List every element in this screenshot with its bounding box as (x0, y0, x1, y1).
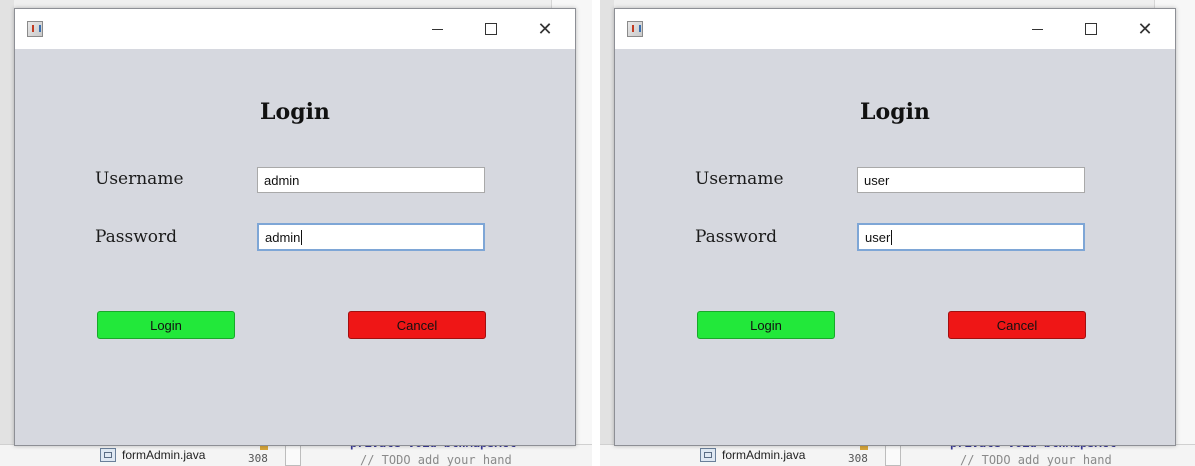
ide-left-edge (600, 0, 614, 466)
close-icon: ✕ (537, 19, 553, 39)
close-button[interactable]: ✕ (1125, 17, 1165, 41)
window-titlebar[interactable]: ✕ (615, 9, 1175, 49)
password-label: Password (695, 227, 778, 247)
password-field[interactable]: user (857, 223, 1085, 251)
java-file-icon (100, 448, 116, 462)
username-field[interactable]: user (857, 167, 1085, 193)
screenshot-admin-login: an < e( na en et al vM e) ce formAdmin.j… (0, 0, 592, 466)
cancel-button[interactable]: Cancel (348, 311, 486, 339)
line-number: 308 (248, 452, 268, 465)
screenshot-user-login: an < e( na en et al vM e) ce formAdmin.j… (600, 0, 1195, 466)
maximize-icon (1085, 23, 1097, 35)
maximize-button[interactable] (471, 17, 511, 41)
password-field[interactable]: admin (257, 223, 485, 251)
minimize-icon (431, 28, 443, 30)
code-comment: // TODO add your hand (360, 453, 512, 466)
login-heading: Login (860, 99, 930, 125)
password-value: user (865, 229, 891, 245)
java-file-icon (700, 448, 716, 462)
username-value: user (864, 172, 890, 188)
app-icon (27, 21, 43, 37)
project-file-item[interactable]: formAdmin.java (100, 448, 205, 462)
login-button[interactable]: Login (97, 311, 235, 339)
app-icon (627, 21, 643, 37)
minimize-button[interactable] (1017, 17, 1057, 41)
line-number: 308 (848, 452, 868, 465)
password-value: admin (265, 229, 301, 245)
file-name: formAdmin.java (722, 448, 806, 462)
login-panel: Login Username user Password user Login … (615, 49, 1175, 445)
close-icon: ✕ (1137, 19, 1153, 39)
username-field[interactable]: admin (257, 167, 485, 193)
password-label: Password (95, 227, 178, 247)
file-name: formAdmin.java (122, 448, 206, 462)
code-comment: // TODO add your hand (960, 453, 1112, 466)
username-value: admin (264, 172, 300, 188)
cancel-button[interactable]: Cancel (948, 311, 1086, 339)
username-label: Username (695, 169, 784, 189)
username-label: Username (95, 169, 184, 189)
login-window: ✕ Login Username admin Password admin Lo… (14, 8, 576, 446)
text-caret (891, 229, 893, 245)
ide-left-edge (0, 0, 14, 466)
maximize-icon (485, 23, 497, 35)
login-window: ✕ Login Username user Password user Logi… (614, 8, 1176, 446)
text-caret (301, 229, 303, 245)
login-panel: Login Username admin Password admin Logi… (15, 49, 575, 445)
window-titlebar[interactable]: ✕ (15, 9, 575, 49)
maximize-button[interactable] (1071, 17, 1111, 41)
minimize-button[interactable] (417, 17, 457, 41)
login-button[interactable]: Login (697, 311, 835, 339)
close-button[interactable]: ✕ (525, 17, 565, 41)
project-file-item[interactable]: formAdmin.java (700, 448, 805, 462)
minimize-icon (1031, 28, 1043, 30)
login-heading: Login (260, 99, 330, 125)
